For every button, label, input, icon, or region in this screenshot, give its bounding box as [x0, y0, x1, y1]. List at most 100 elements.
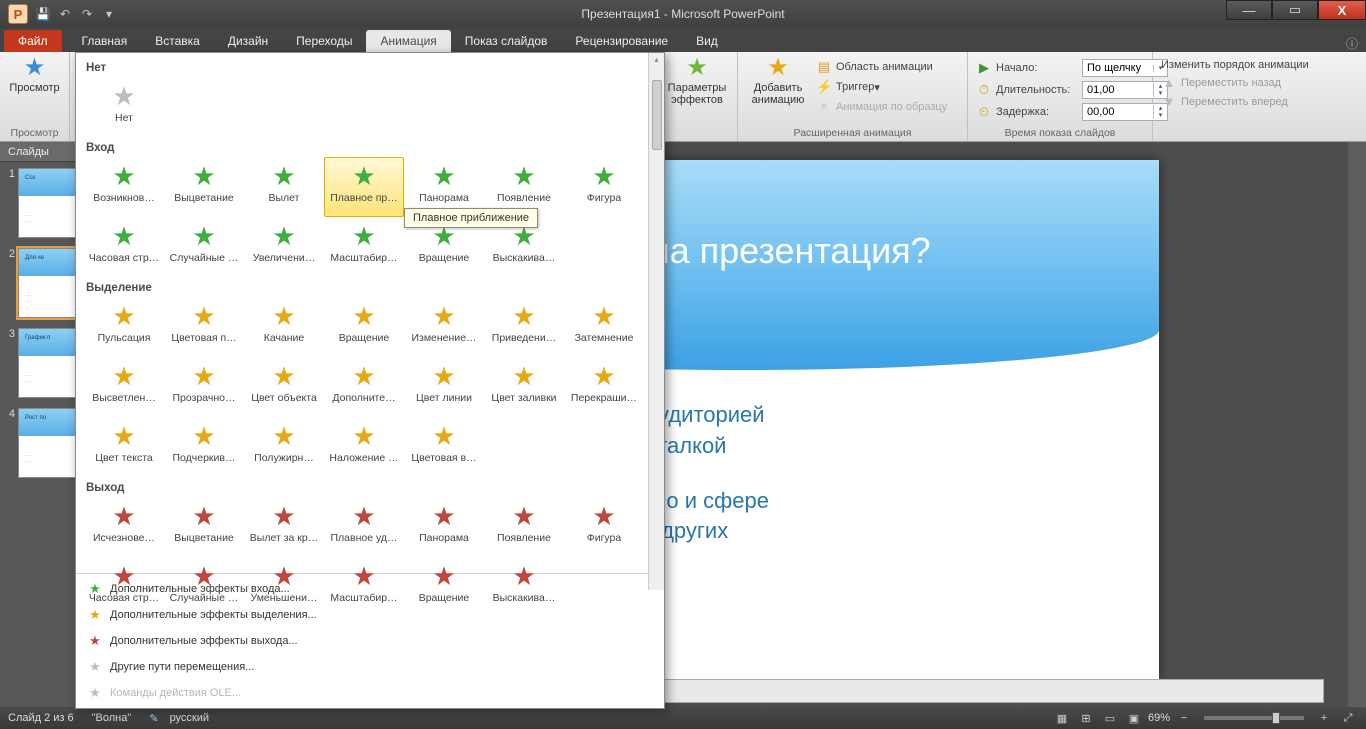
gallery-item-label: Масштабир…	[330, 592, 397, 604]
star-icon: ★	[272, 222, 295, 250]
gallery-item[interactable]: ★ Появление	[484, 497, 564, 557]
ribbon-tabs: Файл ГлавнаяВставкаДизайнПереходыАнимаци…	[0, 28, 1366, 52]
gallery-item[interactable]: ★ Исчезнове…	[84, 497, 164, 557]
gallery-item[interactable]: ★ Приведени…	[484, 297, 564, 357]
ext-group-title: Расширенная анимация	[744, 127, 961, 141]
add-animation-button[interactable]: ★ Добавить анимацию	[744, 54, 812, 106]
gallery-item-label: Затемнение	[575, 332, 634, 344]
gallery-item[interactable]: ★ Фигура	[564, 497, 644, 557]
gallery-item[interactable]: ★ Перекраши…	[564, 357, 644, 417]
zoom-in-button[interactable]: +	[1314, 710, 1334, 726]
gallery-item[interactable]: ★ Качание	[244, 297, 324, 357]
gallery-item[interactable]: ★ Вылет	[244, 157, 324, 217]
fit-window-button[interactable]: ⤢	[1338, 710, 1358, 726]
gallery-footer-item[interactable]: ★Дополнительные эффекты выхода...	[76, 628, 664, 654]
gallery-item[interactable]: ★ Цвет объекта	[244, 357, 324, 417]
gallery-item[interactable]: ★ Наложение …	[324, 417, 404, 477]
gallery-item[interactable]: ★ Полужирн…	[244, 417, 324, 477]
star-icon: ★	[432, 302, 455, 330]
vertical-scrollbar[interactable]	[1348, 142, 1366, 707]
gallery-item-label: Выскакива…	[493, 592, 556, 604]
view-slideshow-button[interactable]: ▣	[1124, 710, 1144, 726]
tab-Главная[interactable]: Главная	[68, 30, 142, 52]
star-icon: ★	[272, 422, 295, 450]
gallery-item[interactable]: ★ Пульсация	[84, 297, 164, 357]
gallery-item[interactable]: ★ Выцветание	[164, 157, 244, 217]
move-back-button[interactable]: ▲Переместить назад	[1161, 73, 1309, 92]
view-sorter-button[interactable]: ⊞	[1076, 710, 1096, 726]
animation-pane-button[interactable]: ▤Область анимации	[816, 57, 947, 77]
gallery-item[interactable]: ★ Цвет заливки	[484, 357, 564, 417]
gallery-item[interactable]: ★ Масштабир…	[324, 217, 404, 277]
close-button[interactable]: X	[1318, 0, 1366, 20]
gallery-scrollbar[interactable]: ▴	[648, 53, 664, 590]
preview-button[interactable]: ★ Просмотр	[6, 54, 63, 94]
tab-Показ слайдов[interactable]: Показ слайдов	[451, 30, 562, 52]
gallery-item[interactable]: ★ Прозрачно…	[164, 357, 244, 417]
gallery-item-label: Цвет заливки	[491, 392, 556, 404]
effect-options-button[interactable]: ★ Параметры эффектов	[666, 54, 728, 106]
move-forward-button[interactable]: ▼Переместить вперед	[1161, 92, 1309, 111]
gallery-item[interactable]: ★ Выцветание	[164, 497, 244, 557]
gallery-item[interactable]: ★ Дополните…	[324, 357, 404, 417]
quick-access-toolbar: P 💾 ↶ ↷ ▾	[0, 0, 120, 28]
tab-Рецензирование[interactable]: Рецензирование	[561, 30, 682, 52]
tab-Дизайн[interactable]: Дизайн	[214, 30, 282, 52]
gallery-item[interactable]: ★ Часовая стр…	[84, 217, 164, 277]
gallery-item[interactable]: ★ Вращение	[404, 557, 484, 617]
gallery-item[interactable]: ★ Затемнение	[564, 297, 644, 357]
view-reading-button[interactable]: ▭	[1100, 710, 1120, 726]
gallery-item[interactable]: ★ Вращение	[324, 297, 404, 357]
star-icon: ★	[352, 422, 375, 450]
trigger-button[interactable]: ⚡Триггер ▾	[816, 77, 947, 97]
zoom-out-button[interactable]: −	[1174, 710, 1194, 726]
gallery-item[interactable]: ★ Плавное пр…	[324, 157, 404, 217]
effect-options-icon: ★	[686, 56, 708, 80]
view-normal-button[interactable]: ▦	[1052, 710, 1072, 726]
star-icon: ★	[352, 302, 375, 330]
gallery-item-label: Фигура	[587, 532, 622, 544]
gallery-item[interactable]: ★ Масштабир…	[324, 557, 404, 617]
gallery-item[interactable]: ★ Увеличени…	[244, 217, 324, 277]
undo-icon[interactable]: ↶	[54, 4, 76, 24]
gallery-item[interactable]: ★ Цветовая в…	[404, 417, 484, 477]
delay-label: Задержка:	[996, 106, 1082, 118]
gallery-item-label: Вращение	[419, 592, 470, 604]
gallery-item[interactable]: ★ Цвет текста	[84, 417, 164, 477]
tab-Вставка[interactable]: Вставка	[141, 30, 214, 52]
save-icon[interactable]: 💾	[32, 4, 54, 24]
redo-icon[interactable]: ↷	[76, 4, 98, 24]
ribbon-help-icon[interactable]: ⓘ	[1346, 35, 1366, 52]
gallery-item-label: Вылет	[269, 192, 300, 204]
minimize-button[interactable]: —	[1226, 0, 1272, 20]
maximize-button[interactable]: ▭	[1272, 0, 1318, 20]
gallery-item[interactable]: ★ Фигура	[564, 157, 644, 217]
status-language[interactable]: ✎ русский	[149, 712, 209, 725]
gallery-item[interactable]: ★ Подчеркив…	[164, 417, 244, 477]
gallery-item[interactable]: ★ Цветовая п…	[164, 297, 244, 357]
gallery-item[interactable]: ★ Плавное уд…	[324, 497, 404, 557]
tab-Вид[interactable]: Вид	[682, 30, 732, 52]
gallery-item[interactable]: ★ Случайные …	[164, 217, 244, 277]
start-label: Начало:	[996, 62, 1082, 74]
gallery-item[interactable]: ★ Цвет линии	[404, 357, 484, 417]
gallery-item[interactable]: ★ Выскакива…	[484, 557, 564, 617]
gallery-footer-item[interactable]: ★Другие пути перемещения...	[76, 654, 664, 680]
gallery-item[interactable]: ★ Панорама	[404, 497, 484, 557]
animation-painter-button[interactable]: ✶Анимация по образцу	[816, 97, 947, 117]
star-icon: ★	[512, 502, 535, 530]
qat-more-icon[interactable]: ▾	[98, 4, 120, 24]
preview-star-icon: ★	[24, 56, 46, 80]
gallery-item[interactable]: ★ Изменение…	[404, 297, 484, 357]
gallery-item[interactable]: ★ Возникнов…	[84, 157, 164, 217]
tab-Переходы[interactable]: Переходы	[282, 30, 366, 52]
star-icon: ★	[512, 302, 535, 330]
tab-Анимация[interactable]: Анимация	[366, 30, 450, 52]
tab-file[interactable]: Файл	[4, 30, 62, 52]
gallery-item[interactable]: ★ Нет	[84, 77, 164, 137]
gallery-section-Выделение: Выделение	[84, 277, 646, 297]
gallery-item[interactable]: ★ Вылет за кр…	[244, 497, 324, 557]
zoom-percent[interactable]: 69%	[1148, 712, 1170, 724]
zoom-slider[interactable]	[1204, 716, 1304, 720]
gallery-item[interactable]: ★ Высветлен…	[84, 357, 164, 417]
